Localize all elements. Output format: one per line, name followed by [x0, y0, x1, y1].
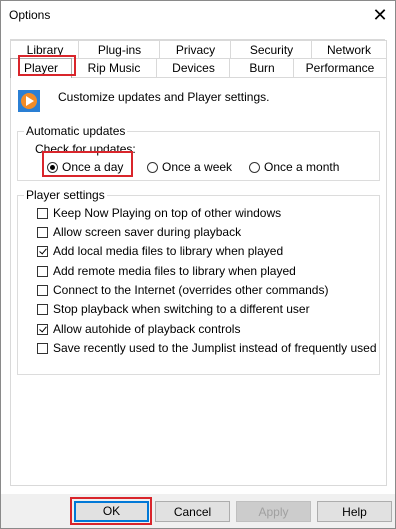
automatic-updates-group: Automatic updates Check for updates: Onc…	[17, 124, 380, 181]
options-dialog: Options ✕ Library Plug-ins Privacy Secur…	[0, 0, 396, 529]
tab-performance[interactable]: Performance	[293, 58, 387, 77]
title-bar: Options ✕	[1, 1, 395, 30]
checkbox-checked[interactable]	[37, 245, 48, 257]
tab-security[interactable]: Security	[230, 40, 313, 59]
tab-privacy[interactable]: Privacy	[159, 40, 232, 59]
player-settings-group: Player settings Keep Now Playing on top …	[17, 188, 380, 375]
radio-once-a-week[interactable]: Once a week	[147, 160, 232, 174]
player-settings-panel: Customize updates and Player settings. A…	[10, 77, 387, 486]
checkbox[interactable]	[37, 207, 48, 219]
checkbox[interactable]	[37, 284, 48, 296]
checkbox[interactable]	[37, 265, 48, 277]
setting-add-local-media[interactable]: Add local media files to library when pl…	[37, 244, 283, 258]
tab-burn[interactable]: Burn	[229, 58, 295, 77]
setting-stop-playback-switching-user[interactable]: Stop playback when switching to a differ…	[37, 302, 310, 316]
radio-once-a-week-control[interactable]	[147, 161, 158, 173]
checkbox-checked[interactable]	[37, 323, 48, 335]
checkbox[interactable]	[37, 226, 48, 238]
tab-row-front: Player Rip Music Devices Burn Performanc…	[10, 58, 387, 78]
checkbox[interactable]	[37, 303, 48, 315]
setting-connect-to-internet[interactable]: Connect to the Internet (overrides other…	[37, 283, 328, 297]
setting-keep-now-playing-on-top[interactable]: Keep Now Playing on top of other windows	[37, 206, 281, 220]
automatic-updates-label: Automatic updates	[24, 124, 128, 138]
tab-player[interactable]: Player	[10, 58, 72, 78]
radio-once-a-day-control[interactable]	[47, 161, 58, 173]
radio-once-a-month[interactable]: Once a month	[249, 160, 339, 174]
setting-allow-screen-saver[interactable]: Allow screen saver during playback	[37, 225, 241, 239]
dialog-footer: OK Cancel Apply Help	[1, 494, 395, 528]
close-icon[interactable]: ✕	[365, 1, 395, 30]
setting-allow-autohide[interactable]: Allow autohide of playback controls	[37, 322, 240, 336]
checkbox[interactable]	[37, 342, 48, 354]
tab-row-back: Library Plug-ins Privacy Security Networ…	[10, 39, 387, 59]
cancel-button[interactable]: Cancel	[155, 501, 230, 522]
intro-text: Customize updates and Player settings.	[58, 90, 270, 104]
window-title: Options	[9, 8, 51, 22]
tab-devices[interactable]: Devices	[156, 58, 231, 77]
setting-save-recently-used-jumplist[interactable]: Save recently used to the Jumplist inste…	[37, 341, 377, 355]
ok-button[interactable]: OK	[74, 501, 149, 522]
radio-once-a-month-control[interactable]	[249, 161, 260, 173]
player-settings-label: Player settings	[24, 188, 107, 202]
tab-rip-music[interactable]: Rip Music	[70, 58, 158, 77]
check-for-updates-label: Check for updates:	[35, 142, 136, 156]
tab-network[interactable]: Network	[311, 40, 387, 59]
radio-once-a-day[interactable]: Once a day	[47, 160, 123, 174]
tab-library[interactable]: Library	[10, 40, 80, 59]
media-player-icon	[18, 90, 40, 112]
apply-button[interactable]: Apply	[236, 501, 311, 522]
setting-add-remote-media[interactable]: Add remote media files to library when p…	[37, 264, 296, 278]
tab-plug-ins[interactable]: Plug-ins	[78, 40, 161, 59]
help-button[interactable]: Help	[317, 501, 392, 522]
